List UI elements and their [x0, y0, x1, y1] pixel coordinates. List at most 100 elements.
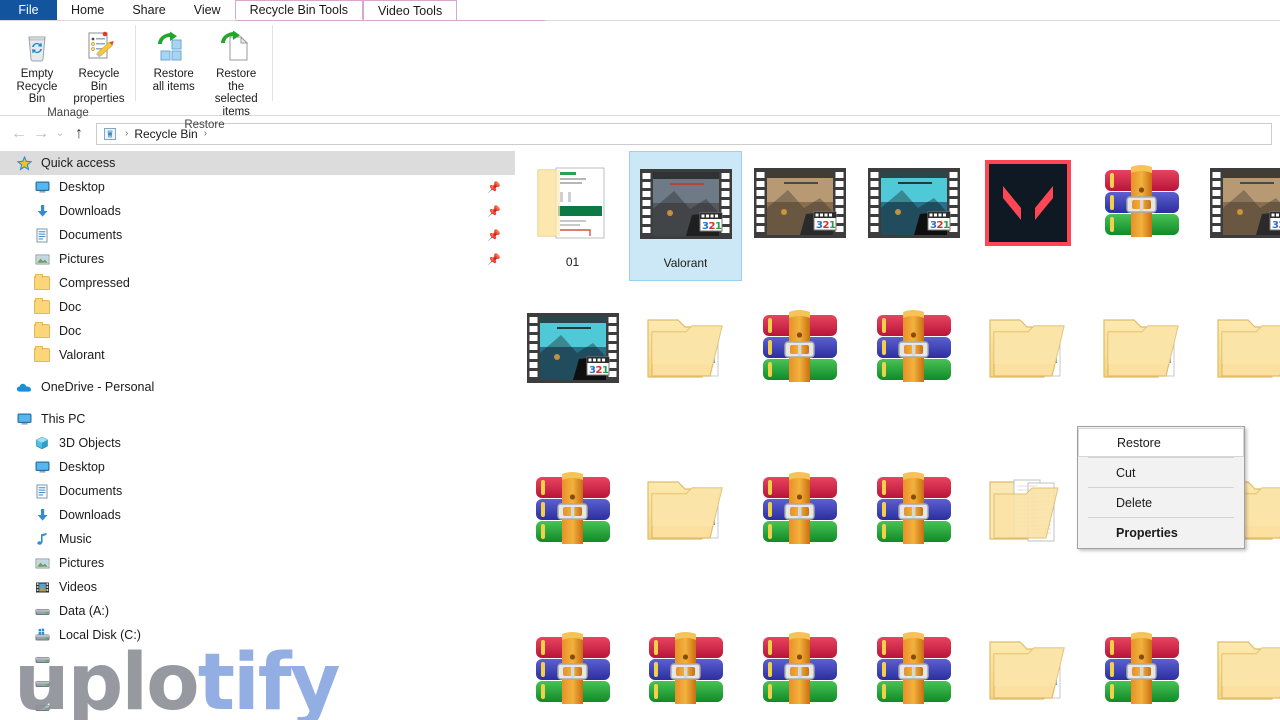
file-item[interactable] [857, 618, 970, 720]
sidebar-item-valorant[interactable]: Valorant [0, 343, 515, 367]
file-item[interactable] [743, 458, 856, 588]
restore-selected-items-button[interactable]: Restore the selected items [205, 25, 267, 118]
file-item[interactable] [1085, 151, 1198, 281]
sidebar-item-local-disk-c[interactable]: Local Disk (C:) [0, 623, 515, 647]
sidebar-item-desktop-pc[interactable]: Desktop [0, 455, 515, 479]
sidebar-label-desktop-qa: Desktop [59, 180, 105, 194]
file-item[interactable] [971, 618, 1084, 720]
svg-text:1: 1 [715, 221, 722, 232]
file-item-selected[interactable]: 3 2 1 Valorant [629, 151, 742, 281]
file-item[interactable] [516, 618, 629, 720]
pictures-icon [32, 555, 52, 571]
folder-document-icon [516, 151, 629, 255]
file-item[interactable] [971, 151, 1084, 281]
sidebar-item-drive-extra-1[interactable] [0, 647, 515, 671]
tab-file[interactable]: File [0, 0, 57, 20]
recent-locations-icon[interactable]: ⌄ [52, 123, 68, 145]
sidebar-item-doc-2[interactable]: Doc [0, 319, 515, 343]
pin-icon[interactable]: 📌 [487, 181, 501, 194]
sidebar-item-this-pc[interactable]: This PC [0, 407, 515, 431]
sidebar-item-doc-1[interactable]: Doc [0, 295, 515, 319]
forward-arrow-icon[interactable]: → [30, 123, 52, 145]
context-menu-item-properties[interactable]: Properties [1078, 518, 1244, 547]
file-item[interactable] [629, 296, 742, 426]
sidebar-item-music[interactable]: Music [0, 527, 515, 551]
sidebar-item-documents-qa[interactable]: Documents 📌 [0, 223, 515, 247]
pin-icon[interactable]: 📌 [487, 253, 501, 266]
sidebar-label-desktop-pc: Desktop [59, 460, 105, 474]
winrar-archive-icon [743, 618, 856, 720]
up-arrow-icon[interactable]: ↑ [68, 123, 90, 145]
file-item[interactable] [971, 296, 1084, 426]
file-item[interactable] [1199, 618, 1280, 720]
file-item[interactable] [1199, 296, 1280, 426]
restore-all-items-label-1: Restore [153, 68, 194, 80]
file-item[interactable]: 01 [516, 151, 629, 281]
winrar-icon [876, 632, 951, 704]
empty-recycle-bin-button[interactable]: Empty Recycle Bin [6, 25, 68, 106]
context-menu-item-delete[interactable]: Delete [1078, 488, 1244, 517]
file-item[interactable]: 3 2 1 [743, 151, 856, 281]
sidebar-item-downloads-pc[interactable]: Downloads [0, 503, 515, 527]
sidebar-item-data-drive[interactable]: Data (A:) [0, 599, 515, 623]
sidebar-label-pictures-pc: Pictures [59, 556, 105, 570]
folder-icon [32, 322, 52, 339]
context-menu-item-cut[interactable]: Cut [1078, 458, 1244, 487]
tab-view[interactable]: View [180, 0, 235, 20]
recycle-bin-properties-button[interactable]: Recycle Bin properties [68, 25, 130, 106]
file-item[interactable] [629, 618, 742, 720]
sidebar-item-pictures-pc[interactable]: Pictures [0, 551, 515, 575]
sidebar-item-desktop-qa[interactable]: Desktop 📌 [0, 175, 515, 199]
star-icon [14, 155, 34, 171]
sidebar-item-onedrive[interactable]: OneDrive - Personal [0, 375, 515, 399]
file-item[interactable] [629, 458, 742, 588]
sidebar-item-compressed[interactable]: Compressed [0, 271, 515, 295]
sidebar-item-drive-extra-2[interactable] [0, 671, 515, 695]
file-item[interactable]: 3 2 1 [516, 296, 629, 426]
file-item[interactable] [1085, 296, 1198, 426]
file-item[interactable] [857, 458, 970, 588]
tab-recycle-bin-tools[interactable]: Recycle Bin Tools [234, 0, 364, 20]
winrar-icon [762, 310, 837, 382]
folder-icon [1216, 319, 1280, 378]
file-item[interactable] [516, 458, 629, 588]
pin-icon[interactable]: 📌 [487, 229, 501, 242]
file-item[interactable] [857, 296, 970, 426]
file-list-view[interactable]: 01 3 2 1 Valorant 3 2 1 3 2 1 3 3 2 1 Re… [516, 151, 1280, 720]
file-item[interactable] [743, 296, 856, 426]
back-arrow-icon[interactable]: ← [8, 123, 30, 145]
sidebar-item-quick-access[interactable]: Quick access [0, 151, 515, 175]
recycle-bin-properties-label-2: properties [73, 93, 125, 105]
video-thumbnail-icon: 3 2 1 [1199, 151, 1280, 255]
tab-share[interactable]: Share [118, 0, 179, 20]
file-item[interactable]: 3 2 1 [1199, 151, 1280, 281]
sidebar-item-documents-pc[interactable]: Documents [0, 479, 515, 503]
folder-icon [971, 296, 1084, 400]
tab-home[interactable]: Home [57, 0, 118, 20]
tab-video-tools[interactable]: Video Tools [363, 0, 458, 20]
sidebar-item-downloads-qa[interactable]: Downloads 📌 [0, 199, 515, 223]
sidebar-item-3d-objects[interactable]: 3D Objects [0, 431, 515, 455]
context-menu-item-restore[interactable]: Restore [1078, 428, 1244, 457]
sidebar-item-videos[interactable]: Videos [0, 575, 515, 599]
context-menu: Restore Cut Delete Properties [1077, 426, 1245, 549]
pictures-icon [32, 251, 52, 267]
sidebar-item-pictures-qa[interactable]: Pictures 📌 [0, 247, 515, 271]
file-item[interactable] [1085, 618, 1198, 720]
sidebar-label-local-disk-c: Local Disk (C:) [59, 628, 141, 642]
drive-icon [32, 675, 52, 691]
documents-icon [32, 227, 52, 243]
file-item[interactable] [743, 618, 856, 720]
valorant-app-icon [971, 151, 1084, 255]
this-pc-icon [14, 411, 34, 427]
svg-text:1: 1 [829, 220, 836, 231]
downloads-icon [32, 507, 52, 523]
pin-icon[interactable]: 📌 [487, 205, 501, 218]
restore-all-items-button[interactable]: Restore all items [142, 25, 205, 93]
winrar-archive-icon [857, 458, 970, 562]
sidebar-label-valorant: Valorant [59, 348, 105, 362]
sidebar-item-drive-extra-3[interactable] [0, 695, 515, 719]
file-item[interactable] [971, 458, 1084, 588]
file-item[interactable]: 3 2 1 [857, 151, 970, 281]
sidebar-gap-2 [0, 399, 515, 407]
